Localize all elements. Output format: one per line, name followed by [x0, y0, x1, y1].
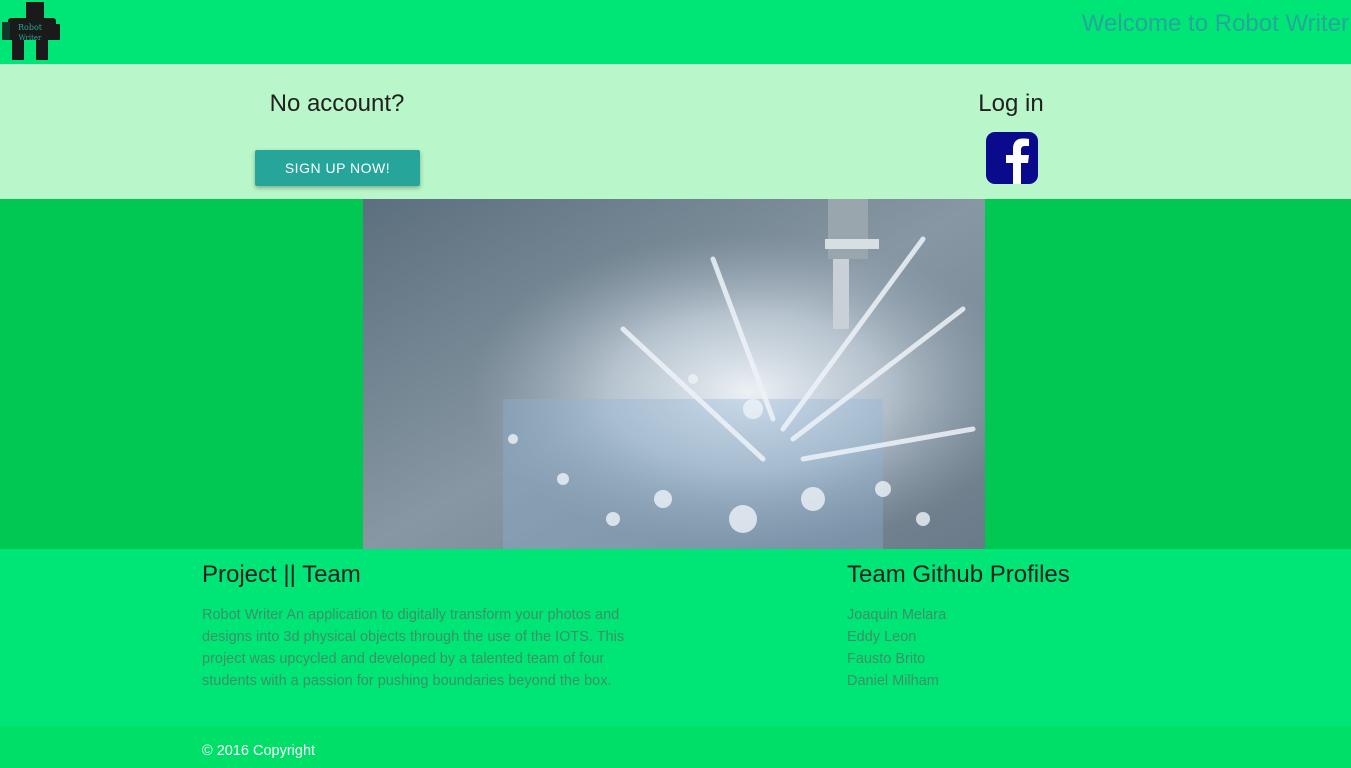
project-description: Robot Writer An application to digitally…: [202, 607, 625, 689]
facebook-icon[interactable]: [985, 131, 1039, 185]
welcome-link[interactable]: Welcome to Robot Writer: [1082, 10, 1349, 38]
login-heading: Log in: [978, 90, 1044, 117]
account-section: No account? SIGN UP NOW! Log in: [0, 64, 1351, 199]
svg-text:Robot: Robot: [18, 23, 43, 32]
project-title: Project || Team: [202, 561, 361, 588]
team-member-link[interactable]: Daniel Milham: [847, 673, 939, 689]
list-item[interactable]: Fausto Brito: [847, 648, 946, 670]
footer-copyright: © 2016 Copyright: [0, 726, 1351, 768]
top-nav: Robot Writer Welcome to Robot Writer: [0, 0, 1351, 64]
team-list: Joaquin Melara Eddy Leon Fausto Brito Da…: [847, 604, 946, 692]
hero-banner: [0, 199, 1351, 549]
info-section: Project || Team Robot Writer An applicat…: [0, 549, 1351, 726]
svg-text:Writer: Writer: [19, 34, 42, 42]
list-item[interactable]: Eddy Leon: [847, 626, 946, 648]
copyright-text: © 2016 Copyright: [202, 743, 316, 759]
team-title: Team Github Profiles: [847, 561, 1070, 588]
team-member-link[interactable]: Fausto Brito: [847, 651, 925, 667]
no-account-heading: No account?: [269, 90, 405, 117]
sign-up-button[interactable]: SIGN UP NOW!: [255, 150, 420, 186]
hero-image: [363, 199, 985, 549]
team-member-link[interactable]: Joaquin Melara: [847, 607, 946, 623]
team-member-link[interactable]: Eddy Leon: [847, 629, 916, 645]
list-item[interactable]: Joaquin Melara: [847, 604, 946, 626]
list-item[interactable]: Daniel Milham: [847, 670, 946, 692]
robot-writer-logo[interactable]: Robot Writer: [0, 0, 62, 62]
